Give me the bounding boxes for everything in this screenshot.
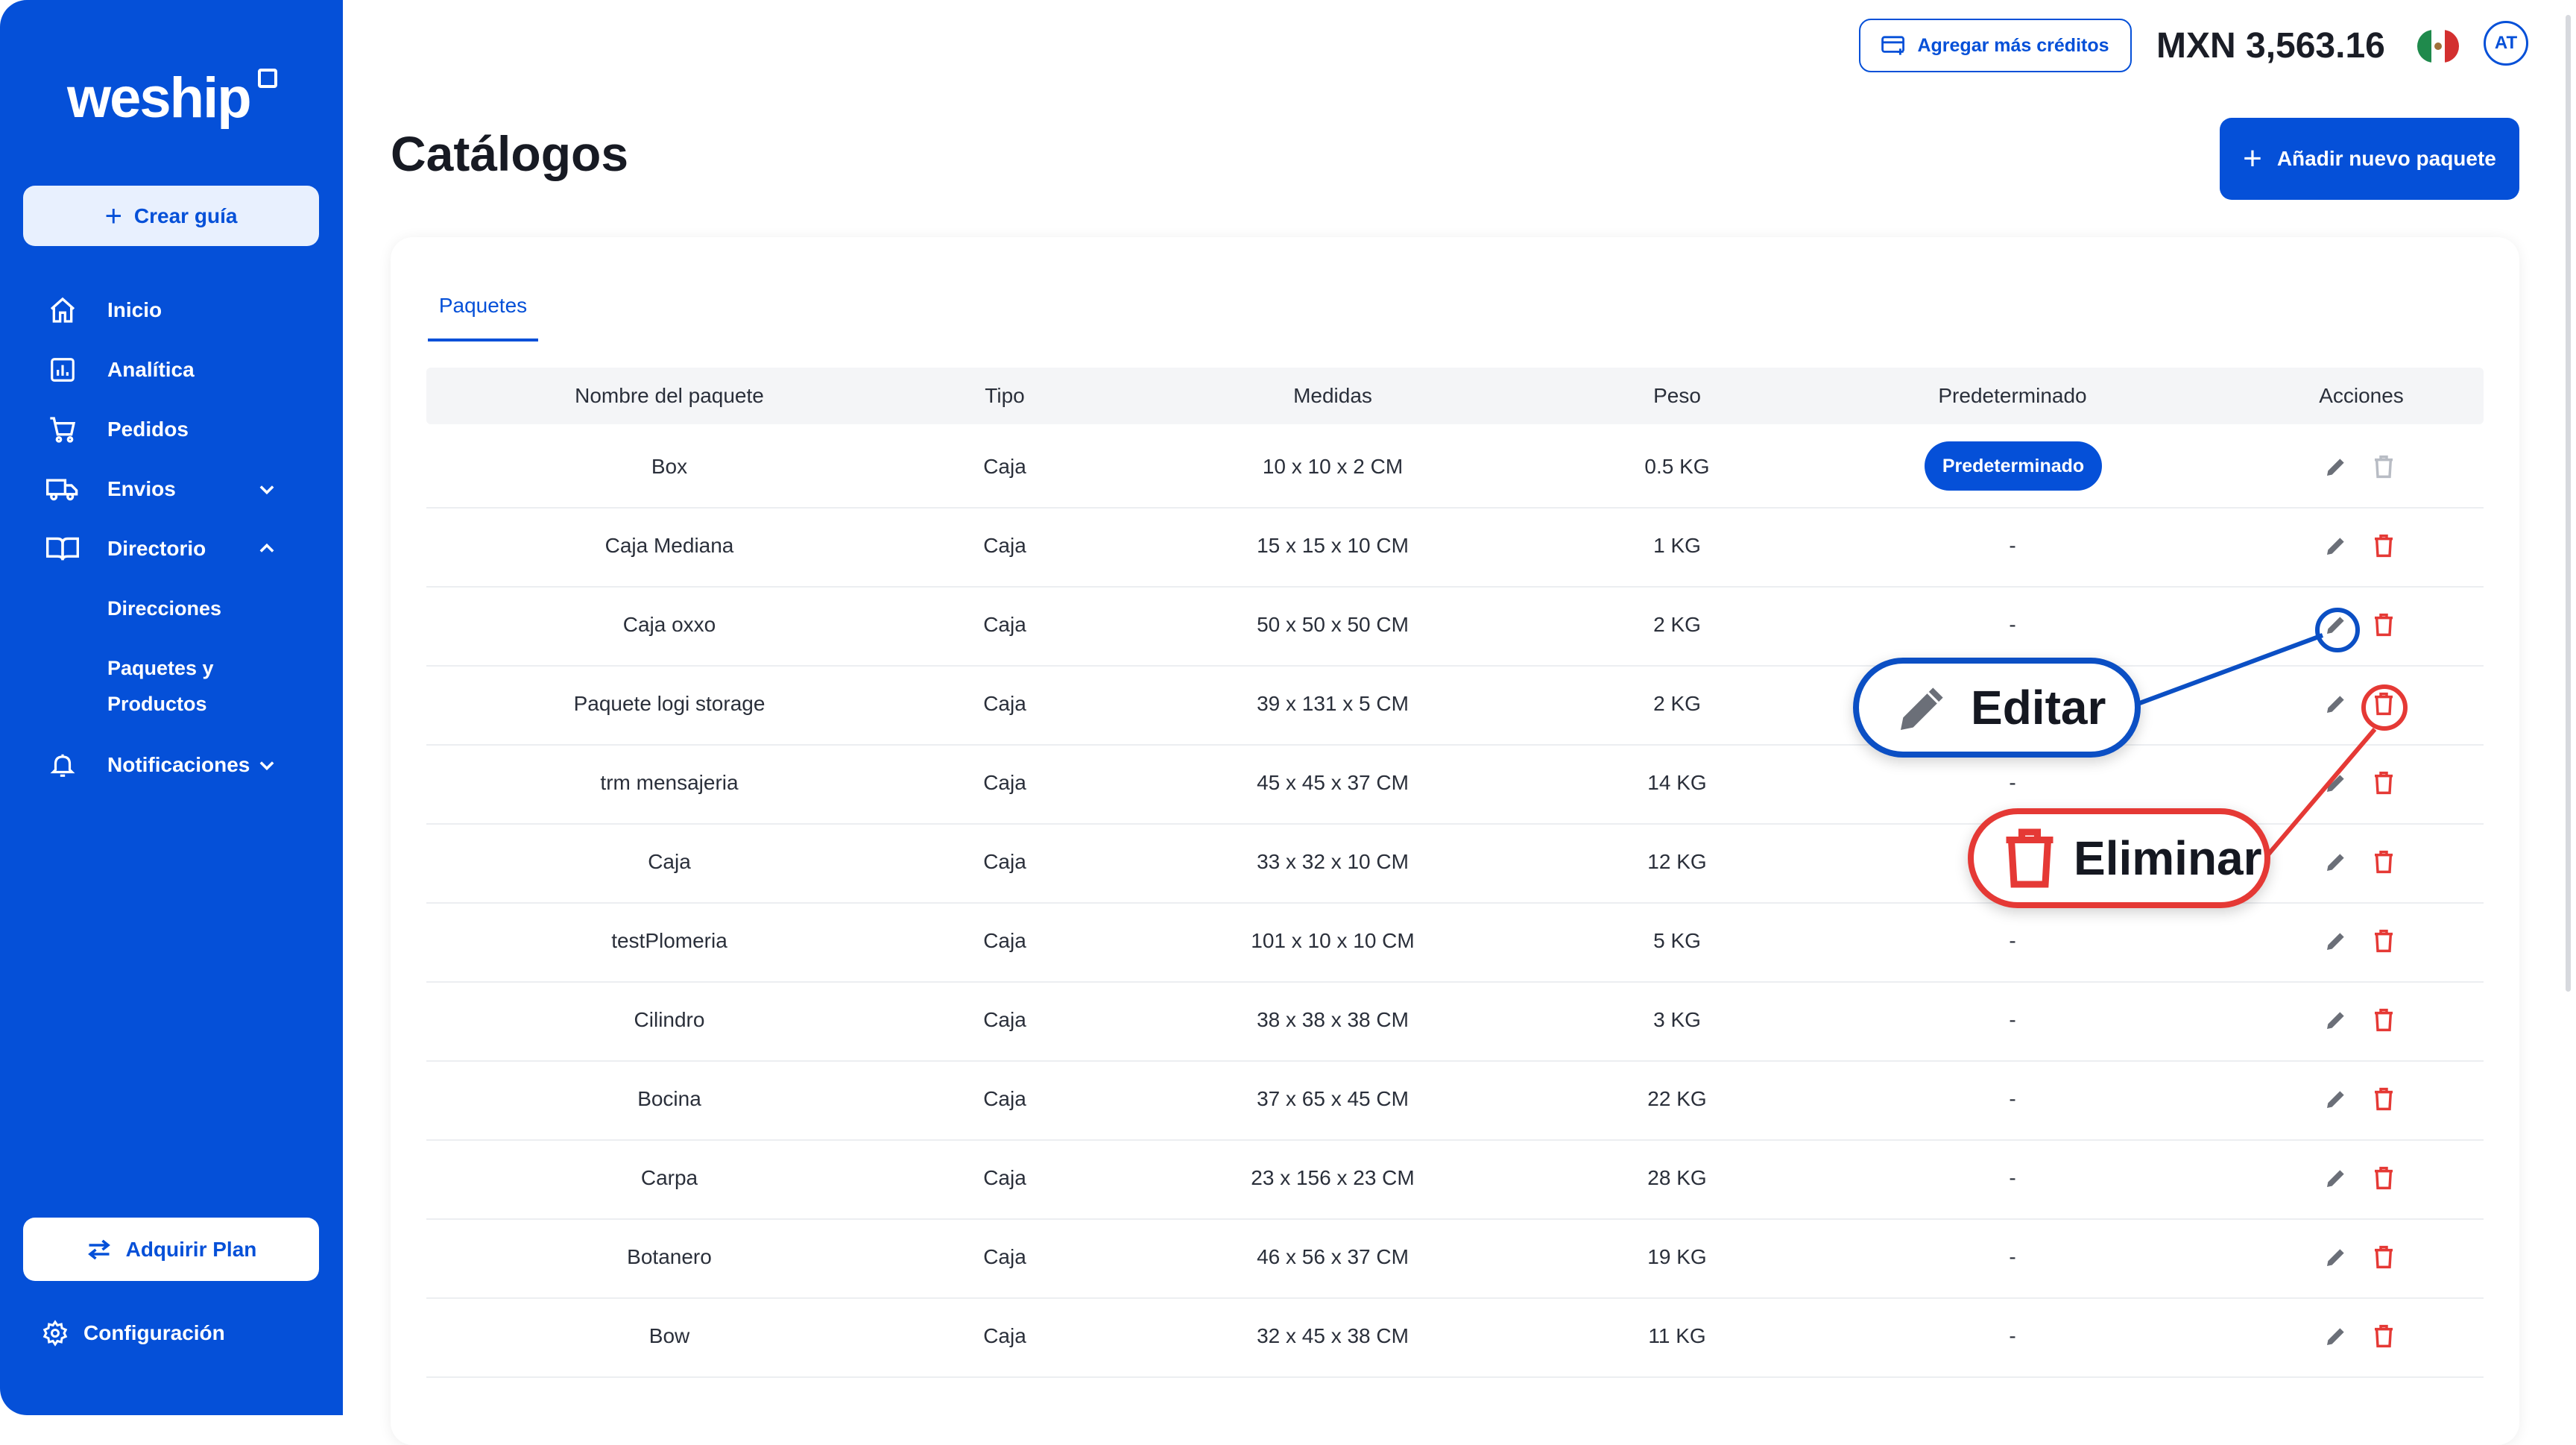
edit-connector-line: [2136, 633, 2324, 706]
edit-callout-label: Editar: [1971, 681, 2106, 734]
pencil-icon: [1901, 687, 1943, 730]
delete-connector-line: [2262, 728, 2377, 860]
trash-icon: [2006, 828, 2053, 888]
delete-callout-label: Eliminar: [2074, 831, 2262, 885]
callout-connectors: [2136, 633, 2377, 860]
delete-callout: Eliminar: [1968, 808, 2270, 908]
edit-callout: Editar: [1853, 658, 2141, 758]
delete-highlight-ring: [2361, 684, 2408, 731]
edit-highlight-ring: [2315, 608, 2360, 652]
